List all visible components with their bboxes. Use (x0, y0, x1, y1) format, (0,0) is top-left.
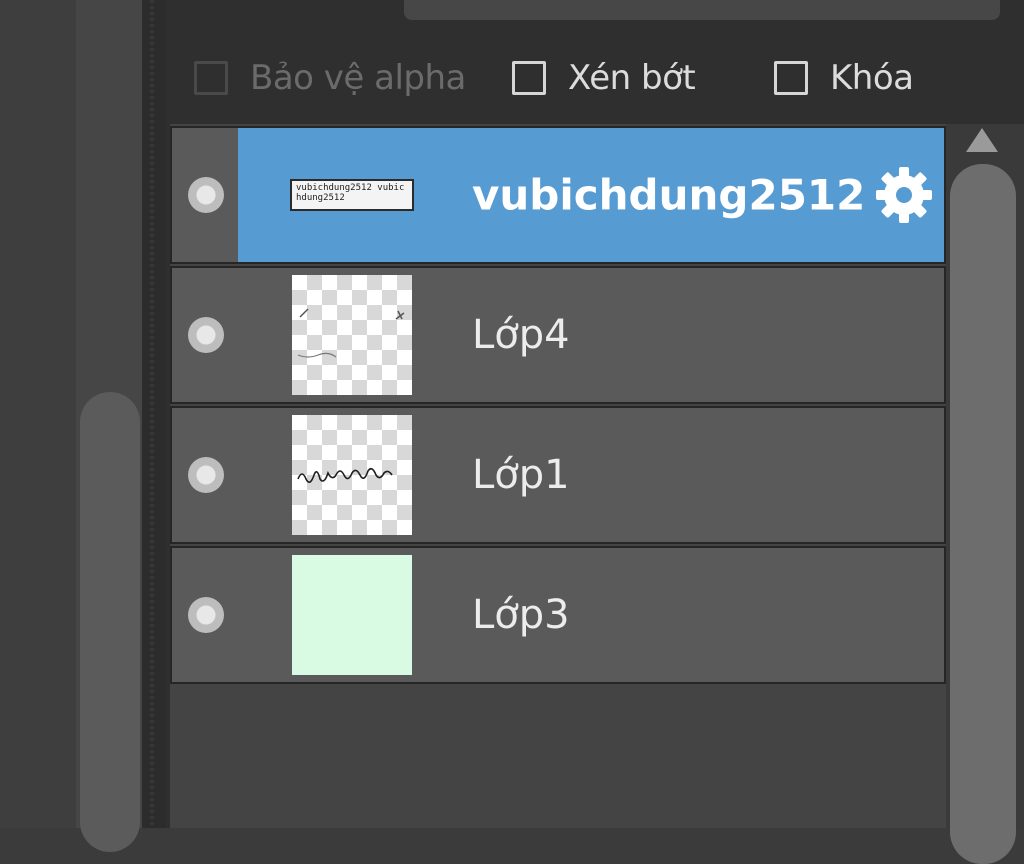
protect-alpha-checkbox[interactable] (194, 61, 228, 95)
clipping-option: Xén bớt (512, 52, 696, 104)
clipping-checkbox[interactable] (512, 61, 546, 95)
left-canvas-area (0, 0, 76, 828)
clipping-label: Xén bớt (568, 58, 696, 98)
layer-row[interactable]: Lớp1 (170, 406, 946, 544)
protect-alpha-label: Bảo vệ alpha (250, 58, 466, 98)
visibility-column (172, 268, 238, 402)
splitter-grip (150, 0, 154, 828)
layer-name: vubichdung2512 (472, 170, 866, 220)
layer-row[interactable]: Lớp3 (170, 546, 946, 684)
layer-thumbnail (292, 415, 412, 535)
visibility-toggle-icon[interactable] (188, 597, 224, 633)
layer-scrollbar-thumb[interactable] (950, 164, 1016, 864)
visibility-toggle-icon[interactable] (188, 317, 224, 353)
protect-alpha-option: Bảo vệ alpha (194, 52, 466, 104)
visibility-toggle-icon[interactable] (188, 457, 224, 493)
lock-option: Khóa (774, 52, 914, 104)
layer-row[interactable]: vubichdung2512 vubichdung2512 vubichdung… (170, 126, 946, 264)
panel-splitter[interactable] (142, 0, 166, 828)
layer-row[interactable]: Lớp4 (170, 266, 946, 404)
lock-label: Khóa (830, 58, 914, 98)
gear-icon[interactable] (872, 163, 936, 227)
thumbnail-strokes (297, 308, 405, 358)
layer-thumbnail (292, 555, 412, 675)
thumbnail-scribble (297, 467, 393, 483)
layer-thumbnail: vubichdung2512 vubichdung2512 (290, 179, 414, 211)
lock-checkbox[interactable] (774, 61, 808, 95)
thumbnail-text: vubichdung2512 vubichdung2512 (296, 183, 405, 203)
layer-name: Lớp3 (472, 592, 570, 638)
visibility-column (172, 548, 238, 682)
left-scrollbar-thumb[interactable] (80, 392, 140, 852)
layer-list: vubichdung2512 vubichdung2512 vubichdung… (170, 124, 946, 828)
scroll-up-icon[interactable] (966, 128, 998, 152)
layer-thumbnail (292, 275, 412, 395)
visibility-column (172, 128, 238, 262)
layer-name: Lớp4 (472, 312, 570, 358)
layer-name: Lớp1 (472, 452, 570, 498)
visibility-toggle-icon[interactable] (188, 177, 224, 213)
blend-mode-dropdown[interactable] (404, 0, 1000, 20)
visibility-column (172, 408, 238, 542)
